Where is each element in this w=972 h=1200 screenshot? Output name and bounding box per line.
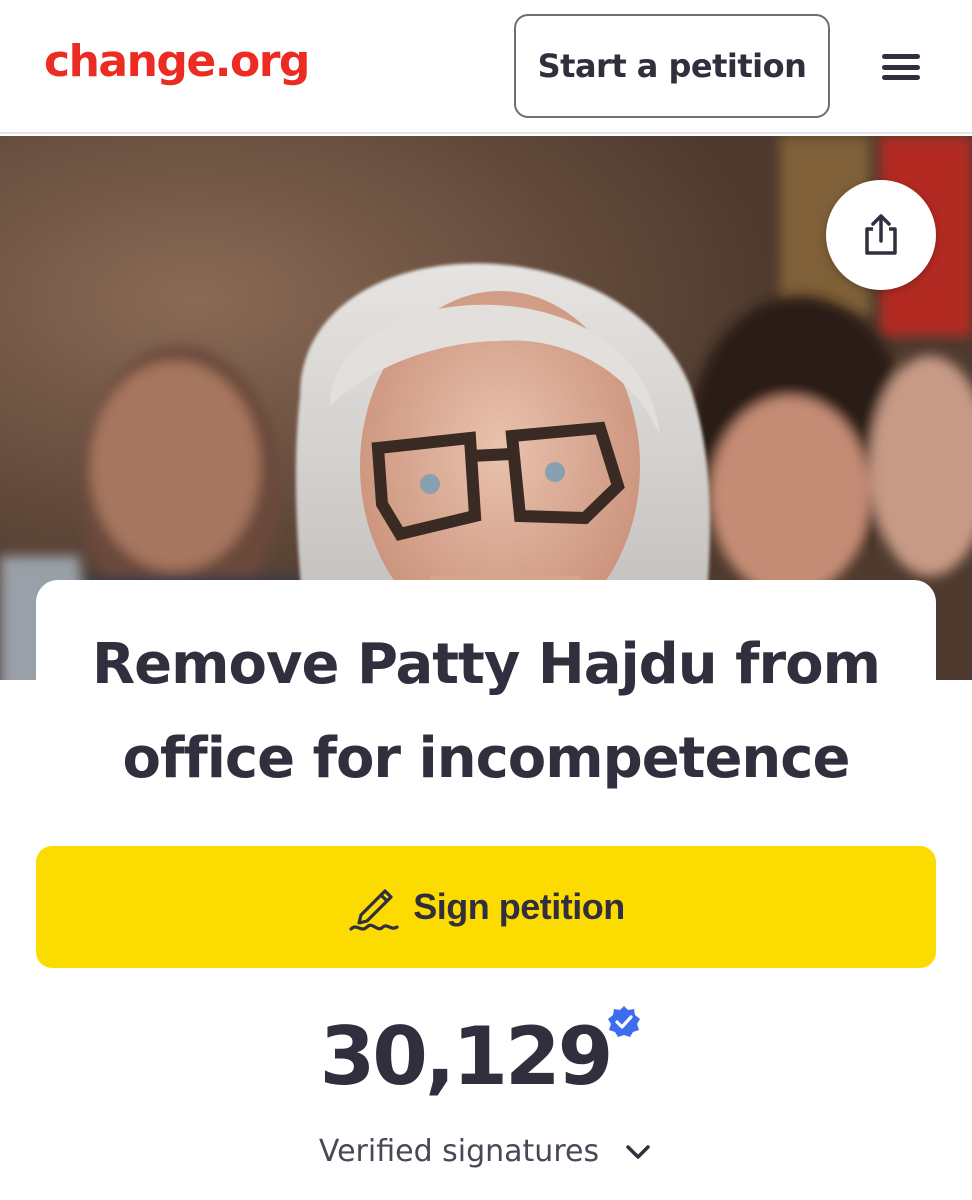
petition-title-line-2: office for incompetence [122, 726, 851, 791]
chevron-down-icon [626, 1144, 650, 1159]
pen-signature-icon [349, 889, 399, 931]
change-org-logo[interactable]: change.org [44, 36, 310, 87]
hamburger-menu-icon[interactable] [876, 46, 926, 88]
start-petition-button[interactable]: Start a petition [514, 14, 830, 118]
petition-title: Remove Patty Hajdu from office for incom… [36, 618, 936, 806]
share-icon [865, 214, 897, 255]
signature-count: 30,129 [319, 1010, 614, 1103]
verified-signatures-label: Verified signatures [318, 1134, 600, 1169]
verified-signatures-toggle[interactable]: Verified signatures [0, 1134, 972, 1169]
sign-petition-label: Sign petition [413, 886, 625, 927]
top-navigation-bar: change.org Start a petition [0, 0, 972, 134]
sign-petition-button[interactable]: Sign petition [36, 846, 936, 968]
share-button[interactable] [826, 180, 936, 290]
petition-title-card: Remove Patty Hajdu from office for incom… [36, 580, 936, 820]
petition-title-line-1: Remove Patty Hajdu from [92, 632, 881, 697]
verified-badge-icon [608, 1006, 640, 1037]
